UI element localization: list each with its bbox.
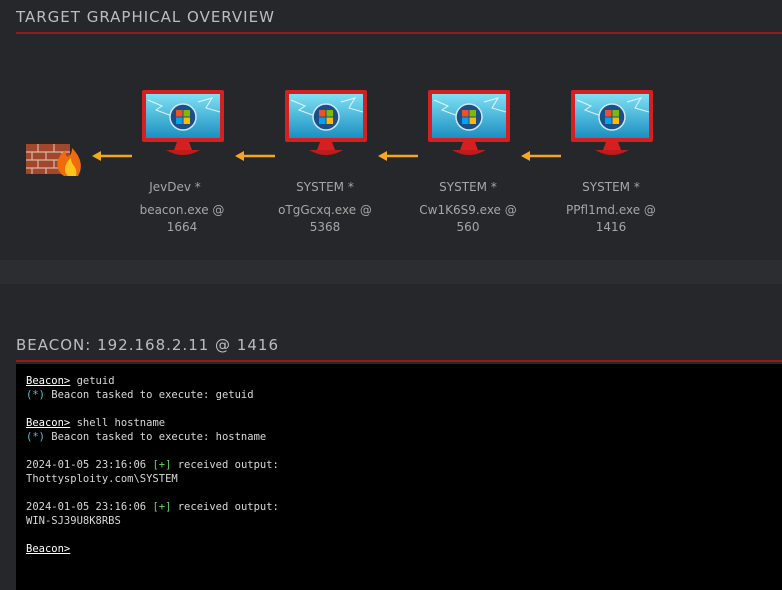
windows-monitor-icon[interactable] [571,90,653,158]
console-line: Beacon> shell hostname [26,416,782,430]
task-tag: (*) [26,431,45,443]
beacon-title: BEACON: 192.168.2.11 @ 1416 [16,336,279,354]
console-line: (*) Beacon tasked to execute: getuid [26,388,782,402]
node-pid: 560 [456,220,480,234]
node-user: SYSTEM * [582,180,640,194]
console-line: (*) Beacon tasked to execute: hostname [26,430,782,444]
console-input-line[interactable]: Beacon> [26,542,782,556]
beacon-title-rule [16,360,782,362]
link-arrow-icon [521,151,561,161]
task-text: Beacon tasked to execute: getuid [44,389,254,401]
output-tag: [+] [152,459,172,471]
console-line: 2024-01-05 23:16:06 [+] received output: [26,458,782,472]
output-timestamp: 2024-01-05 23:16:06 [26,459,153,471]
console-blank [26,486,782,500]
panel-gap [0,260,782,284]
console-blank [26,528,782,542]
console-blank [26,444,782,458]
console-output-value: Thottysploity.com\SYSTEM [26,473,178,485]
node-user: JevDev * [149,180,201,194]
output-timestamp: 2024-01-05 23:16:06 [26,501,153,513]
beacon-console[interactable]: Beacon> getuid (*) Beacon tasked to exec… [16,364,782,590]
output-text: received output: [171,459,279,471]
task-text: Beacon tasked to execute: hostname [44,431,267,443]
node-pid: 1416 [595,220,627,234]
output-text: received output: [171,501,279,513]
graph-title-rule [16,32,782,34]
node-user: SYSTEM * [296,180,354,194]
link-arrow-icon [378,151,418,161]
firewall-icon [26,144,81,176]
node-user: SYSTEM * [439,180,497,194]
windows-monitor-icon[interactable] [142,90,224,158]
console-line: 2024-01-05 23:16:06 [+] received output: [26,500,782,514]
node-pid: 1664 [166,220,198,234]
console-blank [26,402,782,416]
console-command: shell hostname [70,417,166,429]
windows-monitor-icon[interactable] [285,90,367,158]
console-prompt: Beacon> [26,543,71,555]
node-pid: 5368 [309,220,341,234]
console-prompt: Beacon> [26,417,71,429]
link-arrow-icon [235,151,275,161]
console-line: Beacon> getuid [26,374,782,388]
console-command: getuid [70,375,115,387]
console-prompt: Beacon> [26,375,71,387]
link-arrow-icon [92,151,132,161]
console-output-value: WIN-SJ39U8K8RBS [26,515,121,527]
output-tag: [+] [152,501,172,513]
windows-monitor-icon[interactable] [428,90,510,158]
graph-title: TARGET GRAPHICAL OVERVIEW [16,8,275,26]
task-tag: (*) [26,389,45,401]
